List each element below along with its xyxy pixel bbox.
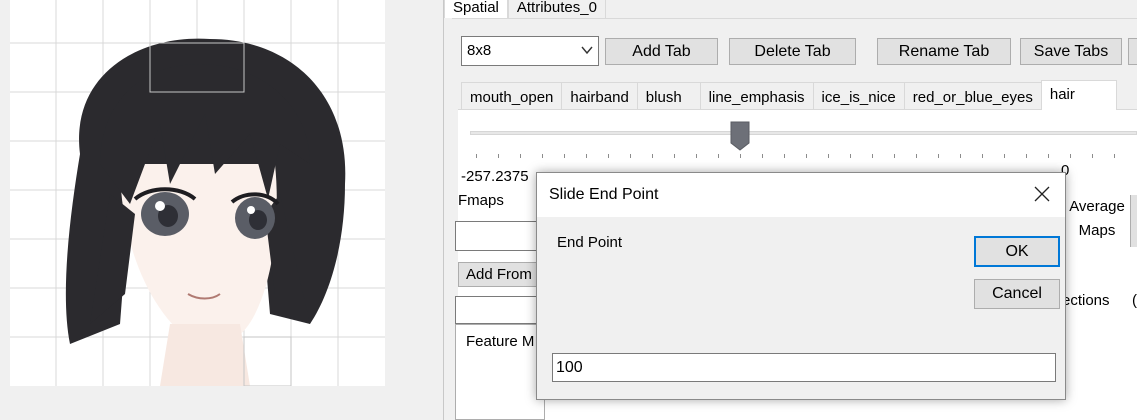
delete-tab-button[interactable]: Delete Tab — [729, 38, 856, 65]
image-panel — [0, 0, 444, 420]
chevron-down-icon — [581, 46, 593, 55]
slider-tick — [1004, 154, 1005, 158]
slider-min-label: -257.2375 — [461, 168, 529, 185]
cancel-button[interactable]: Cancel — [974, 279, 1060, 309]
slider-tick — [828, 154, 829, 158]
add-from-button[interactable]: Add From — [458, 262, 548, 287]
dialog-titlebar[interactable]: Slide End Point — [537, 173, 1065, 217]
grid-size-select[interactable]: 8x8 — [461, 36, 599, 66]
slider-tick — [762, 154, 763, 158]
slider-tick — [608, 154, 609, 158]
tab-blush[interactable]: blush — [636, 82, 700, 110]
average-maps-button[interactable]: Average Maps — [1064, 195, 1130, 247]
slider-tick — [674, 154, 675, 158]
tab-red-or-blue-eyes[interactable]: red_or_blue_eyes — [903, 82, 1041, 110]
feature-maps-header: Feature M — [466, 333, 535, 350]
dialog-title: Slide End Point — [549, 186, 659, 203]
ok-button[interactable]: OK — [974, 236, 1060, 267]
slider-tick — [1092, 154, 1093, 158]
toolbar-overflow-button[interactable] — [1128, 38, 1137, 65]
tab-attributes[interactable]: Attributes_0 — [507, 0, 606, 18]
slider-tick — [938, 154, 939, 158]
slider-tick — [498, 154, 499, 158]
slider-tick — [564, 154, 565, 158]
slider-tick — [586, 154, 587, 158]
slider-tick — [894, 154, 895, 158]
average-maps-line1: Average — [1069, 198, 1125, 215]
slider-tick — [740, 154, 741, 158]
save-tabs-button[interactable]: Save Tabs — [1020, 38, 1122, 65]
slider-tick — [806, 154, 807, 158]
slider-tick — [476, 154, 477, 158]
slider-tick — [520, 154, 521, 158]
feature-maps-list[interactable]: Feature M — [455, 324, 545, 420]
slider-tick — [784, 154, 785, 158]
anime-face-canvas[interactable] — [10, 0, 385, 386]
selection-input[interactable] — [455, 296, 545, 324]
slider-tick — [872, 154, 873, 158]
slider-tick — [982, 154, 983, 158]
slider-tick — [718, 154, 719, 158]
grid-size-value: 8x8 — [467, 42, 492, 59]
rename-tab-button[interactable]: Rename Tab — [877, 38, 1011, 65]
slider-tick — [542, 154, 543, 158]
right-edge-button[interactable] — [1130, 195, 1137, 247]
anime-face-image — [10, 0, 385, 386]
slider-tick — [1070, 154, 1071, 158]
slider-tick — [652, 154, 653, 158]
slider-tick — [1048, 154, 1049, 158]
panel-divider — [443, 0, 444, 420]
slider-tick — [850, 154, 851, 158]
slider-tick — [916, 154, 917, 158]
slider-tick — [1114, 154, 1115, 158]
add-tab-button[interactable]: Add Tab — [605, 38, 718, 65]
tab-spatial[interactable]: Spatial — [444, 0, 508, 18]
fmaps-label: Fmaps — [458, 192, 504, 209]
close-icon[interactable] — [1033, 185, 1051, 203]
tab-hairband[interactable]: hairband — [561, 82, 637, 110]
slider-tick — [630, 154, 631, 158]
feature-slider-track[interactable] — [470, 131, 1137, 135]
slider-ticks — [476, 154, 1136, 160]
end-point-input[interactable] — [552, 353, 1056, 382]
slider-tick — [696, 154, 697, 158]
slider-thumb[interactable] — [730, 121, 750, 151]
top-tab-strip: Spatial Attributes_0 — [444, 0, 606, 18]
feature-tab-strip: mouth_open hairband blush line_emphasis … — [461, 80, 1117, 110]
end-point-label: End Point — [557, 234, 623, 251]
tab-line-emphasis[interactable]: line_emphasis — [699, 82, 813, 110]
tab-hair[interactable]: hair — [1040, 80, 1117, 110]
fmaps-input[interactable] — [455, 221, 545, 251]
slider-tick — [960, 154, 961, 158]
average-maps-line2: Maps — [1078, 222, 1116, 239]
slide-end-point-dialog: Slide End Point End Point OK Cancel — [536, 172, 1066, 400]
directions-paren: ( — [1132, 292, 1137, 309]
tab-ice-is-nice[interactable]: ice_is_nice — [812, 82, 904, 110]
slider-tick — [1026, 154, 1027, 158]
directions-label: ections — [1062, 292, 1110, 309]
tab-mouth-open[interactable]: mouth_open — [461, 82, 562, 110]
